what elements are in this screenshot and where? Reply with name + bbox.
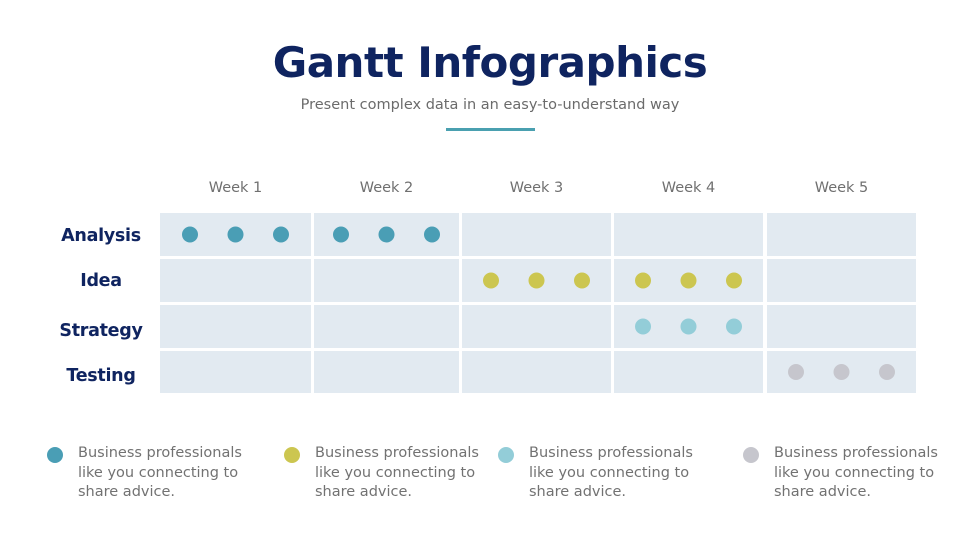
gantt-dot-analysis-week-1 bbox=[182, 226, 198, 243]
legend-dot-icon bbox=[743, 447, 759, 463]
gantt-cell-analysis-week-4 bbox=[614, 213, 763, 256]
legend-dot-icon bbox=[47, 447, 63, 463]
gantt-cell-strategy-week-3 bbox=[462, 305, 611, 348]
gantt-cell-testing-week-2 bbox=[314, 351, 459, 393]
gantt-dot-idea-week-3 bbox=[528, 272, 545, 289]
gantt-cell-analysis-week-5 bbox=[767, 213, 916, 256]
gantt-dot-analysis-week-1 bbox=[227, 226, 244, 243]
legend-dot-icon bbox=[284, 447, 300, 463]
gantt-dot-testing-week-5 bbox=[788, 364, 804, 380]
legend-text: Business professionals like you connecti… bbox=[78, 445, 242, 500]
gantt-dot-idea-week-4 bbox=[680, 272, 697, 289]
gantt-dot-analysis-week-2 bbox=[378, 226, 395, 243]
gantt-dot-idea-week-3 bbox=[483, 272, 499, 289]
gantt-dot-analysis-week-2 bbox=[333, 226, 349, 243]
legend-text: Business professionals like you connecti… bbox=[529, 445, 693, 500]
gantt-dot-idea-week-4 bbox=[635, 272, 651, 289]
gantt-dot-testing-week-5 bbox=[833, 364, 850, 380]
gantt-cell-idea-week-5 bbox=[767, 259, 916, 302]
gantt-cell-idea-week-1 bbox=[160, 259, 311, 302]
gantt-cell-strategy-week-5 bbox=[767, 305, 916, 348]
legend-dot-icon bbox=[498, 447, 514, 463]
gantt-dot-testing-week-5 bbox=[879, 364, 895, 380]
gantt-dot-analysis-week-1 bbox=[273, 226, 289, 243]
gantt-dot-idea-week-3 bbox=[574, 272, 590, 289]
gantt-dot-strategy-week-4 bbox=[680, 318, 697, 335]
legend-text: Business professionals like you connecti… bbox=[774, 445, 938, 500]
gantt-cell-strategy-week-2 bbox=[314, 305, 459, 348]
gantt-cell-testing-week-4 bbox=[614, 351, 763, 393]
gantt-dot-strategy-week-4 bbox=[726, 318, 742, 335]
gantt-dot-idea-week-4 bbox=[726, 272, 742, 289]
gantt-dot-strategy-week-4 bbox=[635, 318, 651, 335]
gantt-dot-analysis-week-2 bbox=[424, 226, 440, 243]
gantt-cell-testing-week-3 bbox=[462, 351, 611, 393]
gantt-cell-analysis-week-3 bbox=[462, 213, 611, 256]
gantt-cell-testing-week-1 bbox=[160, 351, 311, 393]
gantt-cell-strategy-week-1 bbox=[160, 305, 311, 348]
gantt-cell-idea-week-2 bbox=[314, 259, 459, 302]
legend-text: Business professionals like you connecti… bbox=[315, 445, 479, 500]
